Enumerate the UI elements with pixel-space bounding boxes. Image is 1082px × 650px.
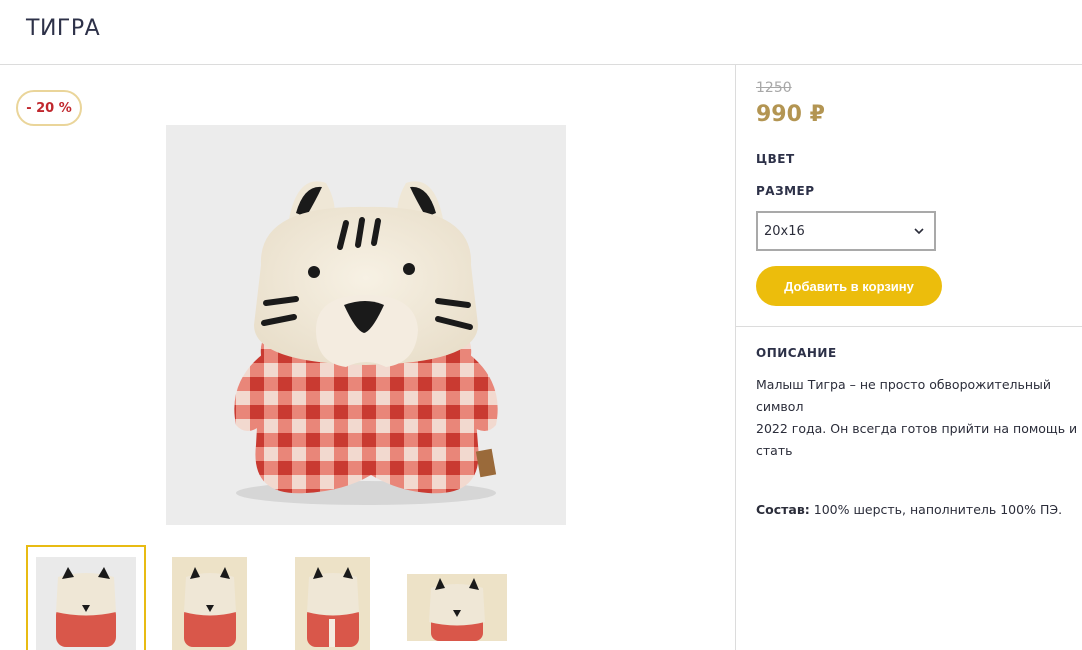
thumbnail-4[interactable] [407,574,507,641]
add-to-cart-button[interactable]: Добавить в корзину [756,266,942,306]
description-text: Малыш Тигра – не просто обворожительный … [756,377,1078,458]
price-value: 990 [756,102,802,127]
size-select-value: 20x16 [764,223,805,239]
vertical-divider [735,65,736,650]
currency-sign: ₽ [809,102,825,127]
current-price: 990 ₽ [756,102,825,127]
size-label: РАЗМЕР [756,184,815,198]
header: ТИГРА [0,0,1082,65]
chevron-down-icon [914,228,924,235]
thumbnail-3[interactable] [295,557,370,650]
old-price: 1250 [756,80,792,96]
main-product-image[interactable] [166,125,566,525]
description-heading: ОПИСАНИЕ [756,346,837,360]
composition-label: Состав: [756,502,810,517]
color-label: ЦВЕТ [756,152,795,166]
composition-value: 100% шерсть, наполнитель 100% ПЭ. [813,502,1063,517]
composition: Состав: 100% шерсть, наполнитель 100% ПЭ… [756,502,1062,517]
horizontal-divider [736,326,1082,327]
page-title: ТИГРА [26,16,101,41]
thumbnail-1[interactable] [36,557,136,650]
thumbnail-2[interactable] [172,557,247,650]
tiger-toy-illustration [166,125,566,525]
discount-badge: - 20 % [16,90,82,126]
size-select[interactable]: 20x16 [756,211,936,251]
